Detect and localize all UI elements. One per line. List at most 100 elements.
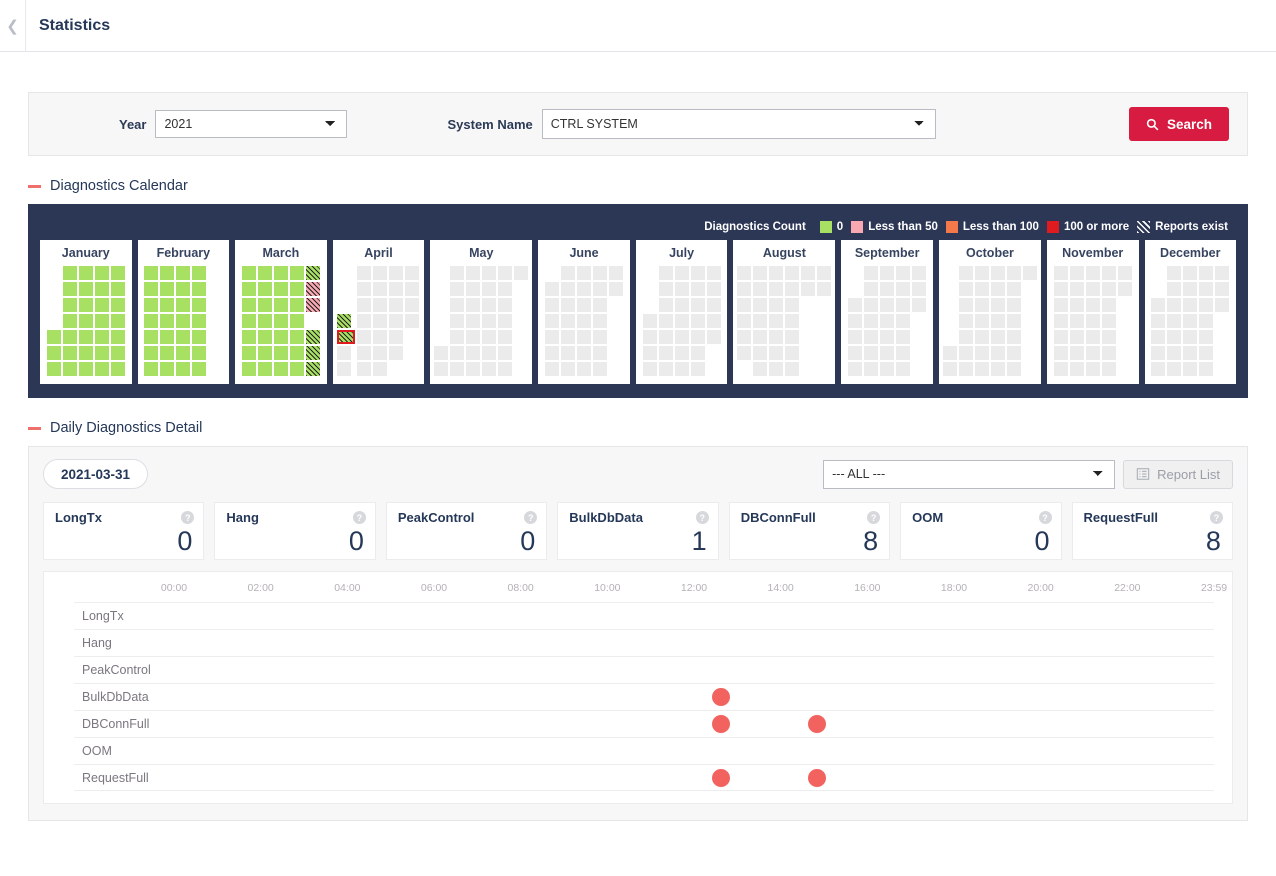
calendar-day-cell[interactable]: [242, 282, 256, 296]
calendar-day-cell[interactable]: [577, 330, 591, 344]
calendar-day-cell[interactable]: [1215, 298, 1229, 312]
calendar-day-cell[interactable]: [1151, 314, 1165, 328]
calendar-day-cell[interactable]: [160, 346, 174, 360]
calendar-day-cell[interactable]: [357, 362, 371, 376]
calendar-day-cell[interactable]: [675, 362, 689, 376]
calendar-day-cell[interactable]: [1199, 314, 1213, 328]
calendar-day-cell[interactable]: [593, 330, 607, 344]
calendar-day-cell[interactable]: [242, 346, 256, 360]
calendar-day-cell[interactable]: [160, 266, 174, 280]
calendar-day-cell[interactable]: [290, 314, 304, 328]
timeline-event-dot[interactable]: [712, 688, 730, 706]
calendar-day-cell[interactable]: [242, 298, 256, 312]
calendar-day-cell[interactable]: [1167, 266, 1181, 280]
calendar-day-cell[interactable]: [675, 298, 689, 312]
calendar-day-cell[interactable]: [111, 298, 125, 312]
calendar-day-cell[interactable]: [144, 298, 158, 312]
calendar-day-cell[interactable]: [405, 282, 419, 296]
calendar-day-cell[interactable]: [817, 266, 831, 280]
calendar-day-cell[interactable]: [659, 298, 673, 312]
calendar-day-cell[interactable]: [1086, 362, 1100, 376]
calendar-day-cell[interactable]: [482, 266, 496, 280]
calendar-day-cell[interactable]: [643, 362, 657, 376]
calendar-day-cell[interactable]: [63, 266, 77, 280]
calendar-day-cell[interactable]: [848, 362, 862, 376]
calendar-day-cell[interactable]: [659, 330, 673, 344]
calendar-day-cell[interactable]: [912, 298, 926, 312]
calendar-day-cell[interactable]: [357, 282, 371, 296]
calendar-day-cell[interactable]: [896, 282, 910, 296]
calendar-day-cell[interactable]: [434, 362, 448, 376]
calendar-day-cell[interactable]: [1151, 362, 1165, 376]
calendar-day-cell[interactable]: [1007, 346, 1021, 360]
calendar-day-cell[interactable]: [880, 298, 894, 312]
calendar-day-cell[interactable]: [785, 298, 799, 312]
calendar-day-cell[interactable]: [1070, 362, 1084, 376]
calendar-day-cell[interactable]: [659, 346, 673, 360]
calendar-day-cell[interactable]: [1199, 266, 1213, 280]
calendar-day-cell[interactable]: [577, 362, 591, 376]
calendar-day-cell[interactable]: [389, 266, 403, 280]
calendar-day-cell[interactable]: [79, 314, 93, 328]
calendar-day-cell[interactable]: [160, 314, 174, 328]
calendar-day-cell[interactable]: [466, 362, 480, 376]
calendar-day-cell[interactable]: [991, 298, 1005, 312]
calendar-day-cell[interactable]: [912, 282, 926, 296]
calendar-day-cell[interactable]: [864, 314, 878, 328]
calendar-day-cell[interactable]: [1215, 282, 1229, 296]
calendar-day-cell[interactable]: [498, 330, 512, 344]
calendar-day-cell[interactable]: [290, 266, 304, 280]
calendar-day-cell[interactable]: [577, 314, 591, 328]
calendar-day-cell[interactable]: [1183, 282, 1197, 296]
calendar-day-cell[interactable]: [561, 330, 575, 344]
calendar-day-cell[interactable]: [47, 362, 61, 376]
calendar-day-cell[interactable]: [274, 298, 288, 312]
calendar-day-cell[interactable]: [1151, 298, 1165, 312]
calendar-day-cell[interactable]: [880, 346, 894, 360]
calendar-day-cell[interactable]: [176, 282, 190, 296]
calendar-day-cell[interactable]: [769, 346, 783, 360]
calendar-day-cell[interactable]: [1183, 330, 1197, 344]
calendar-day-cell[interactable]: [707, 330, 721, 344]
system-name-select[interactable]: CTRL SYSTEM: [542, 109, 936, 139]
calendar-day-cell[interactable]: [785, 330, 799, 344]
calendar-day-cell[interactable]: [1102, 346, 1116, 360]
calendar-day-cell[interactable]: [405, 314, 419, 328]
calendar-day-cell[interactable]: [675, 314, 689, 328]
calendar-day-cell[interactable]: [769, 298, 783, 312]
calendar-day-cell[interactable]: [577, 298, 591, 312]
calendar-day-cell[interactable]: [373, 282, 387, 296]
calendar-day-cell[interactable]: [1086, 282, 1100, 296]
sidebar-collapse-icon[interactable]: ❮: [0, 0, 26, 52]
calendar-day-cell[interactable]: [95, 282, 109, 296]
calendar-day-cell[interactable]: [274, 330, 288, 344]
calendar-day-cell[interactable]: [991, 330, 1005, 344]
calendar-day-cell[interactable]: [242, 266, 256, 280]
calendar-day-cell[interactable]: [545, 282, 559, 296]
calendar-day-cell[interactable]: [643, 330, 657, 344]
calendar-day-cell[interactable]: [1054, 266, 1068, 280]
calendar-day-cell[interactable]: [753, 266, 767, 280]
diagnostics-card[interactable]: DBConnFull?8: [729, 502, 890, 560]
calendar-day-cell[interactable]: [450, 330, 464, 344]
calendar-day-cell[interactable]: [1102, 314, 1116, 328]
calendar-day-cell[interactable]: [466, 298, 480, 312]
calendar-day-cell[interactable]: [450, 362, 464, 376]
calendar-day-cell[interactable]: [959, 266, 973, 280]
calendar-day-cell[interactable]: [896, 314, 910, 328]
question-mark-icon[interactable]: ?: [181, 511, 194, 524]
calendar-day-cell[interactable]: [769, 266, 783, 280]
search-button[interactable]: Search: [1129, 107, 1229, 141]
calendar-day-cell[interactable]: [1086, 346, 1100, 360]
calendar-day-cell[interactable]: [1086, 298, 1100, 312]
calendar-day-cell[interactable]: [561, 346, 575, 360]
calendar-day-cell[interactable]: [306, 330, 320, 344]
calendar-day-cell[interactable]: [864, 346, 878, 360]
calendar-day-cell[interactable]: [1183, 362, 1197, 376]
calendar-day-cell[interactable]: [274, 362, 288, 376]
calendar-day-cell[interactable]: [1199, 298, 1213, 312]
calendar-day-cell[interactable]: [482, 330, 496, 344]
calendar-day-cell[interactable]: [691, 282, 705, 296]
calendar-day-cell[interactable]: [192, 362, 206, 376]
question-mark-icon[interactable]: ?: [696, 511, 709, 524]
